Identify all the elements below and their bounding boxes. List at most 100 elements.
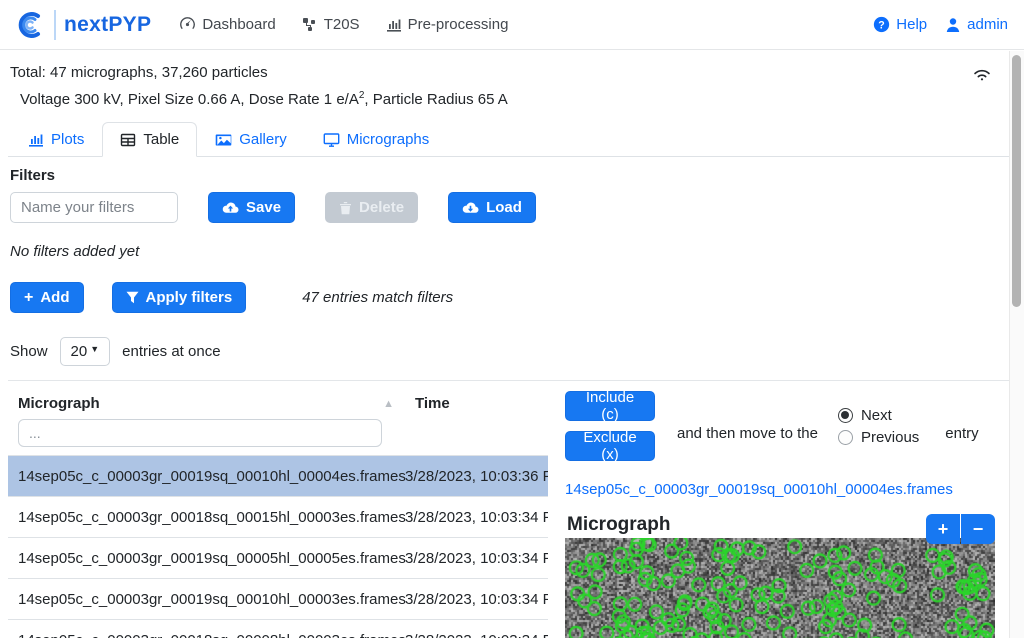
micrograph-table: Micrograph ▲ Time 14sep05c_c_00003gr_000… xyxy=(8,381,548,638)
exclude-button[interactable]: Exclude (x) xyxy=(565,431,655,461)
column-header-micrograph[interactable]: Micrograph ▲ xyxy=(18,395,398,412)
page-size-control: Show 20 ▼ entries at once xyxy=(10,337,1016,366)
page-scrollbar[interactable] xyxy=(1009,51,1024,638)
nav-item-label: Help xyxy=(896,16,927,33)
tab-micrographs[interactable]: Micrographs xyxy=(305,122,448,157)
filter-name-input[interactable] xyxy=(10,192,178,223)
nav-item-help[interactable]: ? Help xyxy=(873,16,927,33)
entry-label: entry xyxy=(945,411,978,442)
brand[interactable]: nextPYP xyxy=(16,10,151,40)
time-cell: 3/28/2023, 10:03:34 PM xyxy=(388,632,548,638)
button-label: Apply filters xyxy=(146,289,233,306)
user-icon xyxy=(945,17,961,33)
filter-actions: + Add Apply filters 47 entries match fil… xyxy=(10,282,1016,313)
svg-text:?: ? xyxy=(879,19,885,31)
nextpyp-logo-icon xyxy=(16,10,46,40)
view-tabs: Plots Table Gallery xyxy=(8,122,1016,157)
cloud-download-icon xyxy=(462,201,479,215)
button-label: Save xyxy=(246,199,281,216)
plus-icon: + xyxy=(24,289,33,307)
include-exclude-controls: Include (c) Exclude (x) and then move to… xyxy=(565,391,1016,461)
nav-item-preprocessing[interactable]: Pre-processing xyxy=(386,16,509,33)
micrograph-name-cell: 14sep05c_c_00003gr_00019sq_00005hl_00005… xyxy=(8,550,388,567)
load-filters-button[interactable]: Load xyxy=(448,192,536,223)
selected-micrograph-link[interactable]: 14sep05c_c_00003gr_00019sq_00010hl_00004… xyxy=(565,481,1016,498)
table-row[interactable]: 14sep05c_c_00003gr_00018sq_00015hl_00003… xyxy=(8,496,548,537)
tab-label: Gallery xyxy=(239,131,287,148)
column-header-time[interactable]: Time xyxy=(415,395,450,412)
summary-text: Total: 47 micrographs, 37,260 particles … xyxy=(10,64,508,108)
table-row[interactable]: 14sep05c_c_00003gr_00019sq_00010hl_00004… xyxy=(8,455,548,496)
micrograph-name-cell: 14sep05c_c_00003gr_00018sq_00008hl_00003… xyxy=(8,632,388,638)
trash-icon xyxy=(339,201,352,215)
scrollbar-thumb[interactable] xyxy=(1012,55,1021,307)
app-window: nextPYP Dashboard xyxy=(0,0,1024,638)
zoom-in-button[interactable]: + xyxy=(926,514,960,544)
micrograph-image[interactable] xyxy=(565,538,995,638)
radio-option-next[interactable]: Next xyxy=(838,407,919,424)
cloud-upload-icon xyxy=(222,201,239,215)
top-navbar: nextPYP Dashboard xyxy=(0,0,1024,50)
nav-item-project[interactable]: T20S xyxy=(302,16,360,33)
radio-option-previous[interactable]: Previous xyxy=(838,429,919,446)
micrograph-viewer-header: Micrograph + − xyxy=(565,514,995,536)
radio-icon xyxy=(838,408,853,423)
total-count-text: Total: 47 micrographs, 37,260 particles xyxy=(10,64,508,81)
zoom-out-button[interactable]: − xyxy=(961,514,995,544)
time-cell: 3/28/2023, 10:03:36 PM xyxy=(388,468,548,485)
time-cell: 3/28/2023, 10:03:34 PM xyxy=(388,509,548,526)
micrograph-viewer-title: Micrograph xyxy=(565,514,670,536)
include-button[interactable]: Include (c) xyxy=(565,391,655,421)
add-filter-button[interactable]: + Add xyxy=(10,282,84,313)
radio-label: Next xyxy=(861,407,892,424)
radio-icon xyxy=(838,430,853,445)
params-prefix: Voltage 300 kV, Pixel Size 0.66 A, Dose … xyxy=(20,91,359,108)
tab-plots[interactable]: Plots xyxy=(10,122,102,157)
micrograph-filter-input[interactable] xyxy=(18,419,382,447)
button-label: Delete xyxy=(359,199,404,216)
delete-filters-button[interactable]: Delete xyxy=(325,192,418,223)
apply-filters-button[interactable]: Apply filters xyxy=(112,282,247,313)
funnel-icon xyxy=(126,291,139,304)
gallery-icon xyxy=(215,132,232,148)
brand-divider xyxy=(54,10,56,40)
column-label: Time xyxy=(415,395,450,412)
tab-label: Table xyxy=(143,131,179,148)
nav-right: ? Help admin xyxy=(873,16,1008,33)
table-row[interactable]: 14sep05c_c_00003gr_00019sq_00005hl_00005… xyxy=(8,537,548,578)
nav-links: Dashboard T20S xyxy=(179,16,873,33)
page-size-select[interactable]: 20 ▼ xyxy=(60,337,111,366)
save-filters-button[interactable]: Save xyxy=(208,192,295,223)
no-filters-message: No filters added yet xyxy=(10,243,1016,260)
nav-item-label: T20S xyxy=(324,16,360,33)
brand-title: nextPYP xyxy=(64,13,151,37)
nav-item-dashboard[interactable]: Dashboard xyxy=(179,16,275,33)
monitor-icon xyxy=(323,132,340,148)
results-section: Micrograph ▲ Time 14sep05c_c_00003gr_000… xyxy=(8,380,1016,638)
filters-controls: Save Delete Load xyxy=(10,192,1016,223)
filters-title: Filters xyxy=(10,167,1016,184)
tab-gallery[interactable]: Gallery xyxy=(197,122,305,157)
streaming-status-icon[interactable] xyxy=(972,66,992,82)
column-label: Micrograph xyxy=(18,395,100,412)
help-icon: ? xyxy=(873,16,890,33)
caret-down-icon: ▼ xyxy=(90,344,99,354)
page-size-value: 20 xyxy=(71,343,88,360)
tab-table[interactable]: Table xyxy=(102,122,197,157)
params-suffix: , Particle Radius 65 A xyxy=(364,91,507,108)
move-direction-radios: Next Previous xyxy=(838,407,919,446)
micrograph-name-cell: 14sep05c_c_00003gr_00018sq_00015hl_00003… xyxy=(8,509,388,526)
main-content: Total: 47 micrographs, 37,260 particles … xyxy=(0,50,1024,638)
summary-block: Total: 47 micrographs, 37,260 particles … xyxy=(8,58,1016,108)
table-header: Micrograph ▲ Time xyxy=(8,381,548,412)
table-row[interactable]: 14sep05c_c_00003gr_00019sq_00010hl_00003… xyxy=(8,578,548,619)
dashboard-icon xyxy=(179,16,196,33)
show-suffix-label: entries at once xyxy=(122,343,220,360)
micrograph-detail-panel: Include (c) Exclude (x) and then move to… xyxy=(548,381,1016,638)
tab-label: Micrographs xyxy=(347,131,430,148)
nav-item-admin[interactable]: admin xyxy=(945,16,1008,33)
micrograph-name-cell: 14sep05c_c_00003gr_00019sq_00010hl_00004… xyxy=(8,468,388,485)
table-row[interactable]: 14sep05c_c_00003gr_00018sq_00008hl_00003… xyxy=(8,619,548,638)
move-to-label: and then move to the xyxy=(677,411,818,442)
button-label: Load xyxy=(486,199,522,216)
